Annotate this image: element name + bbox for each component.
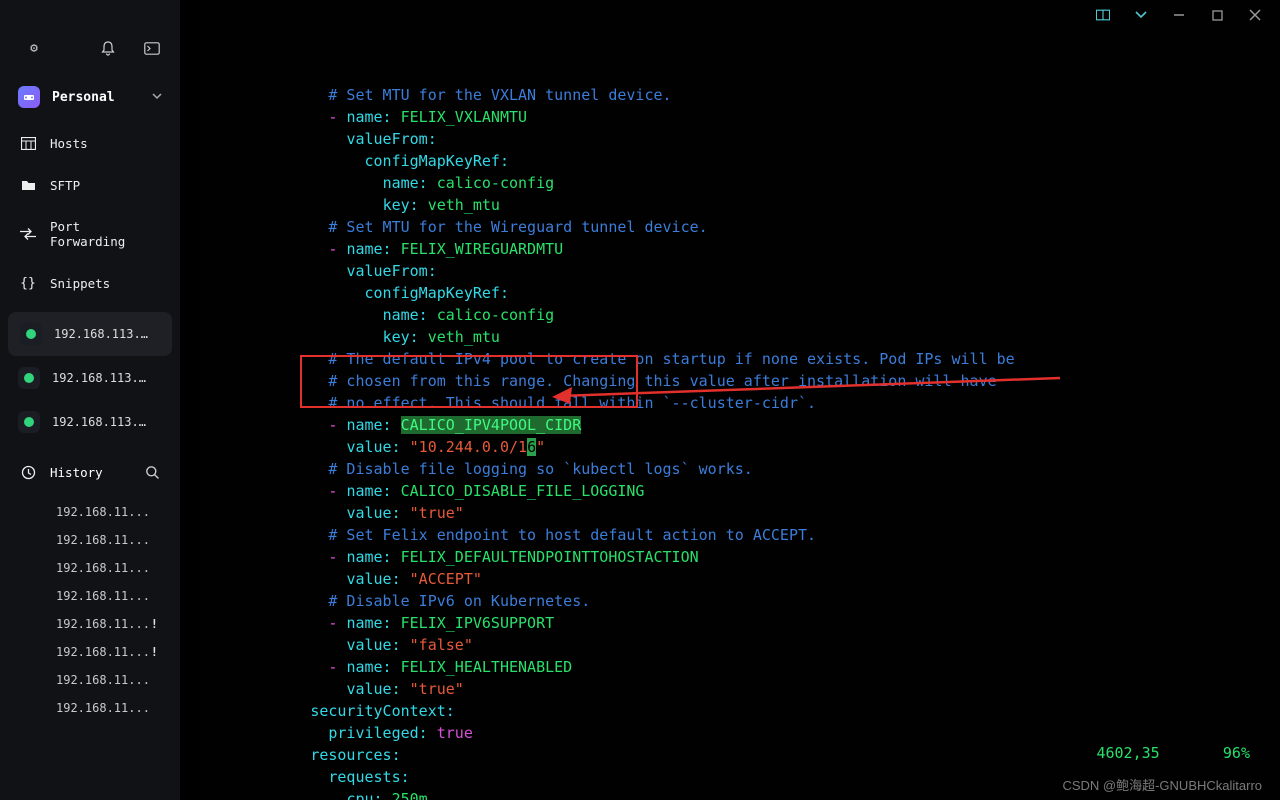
warning-icon: ! [151,645,158,659]
minimize-icon[interactable] [1172,8,1186,22]
search-icon[interactable] [144,464,160,480]
folder-icon [20,177,36,193]
code-line: valueFrom: [220,260,1260,282]
code-line: value: "true" [220,502,1260,524]
grid-icon [20,135,36,151]
code-line: key: veth_mtu [220,326,1260,348]
sidebar-history-header[interactable]: History [0,452,180,492]
history-label: 192.168.11... [56,617,150,631]
code-line: key: veth_mtu [220,194,1260,216]
code-line: # Set MTU for the Wireguard tunnel devic… [220,216,1260,238]
watermark: CSDN @鲍海超-GNUBHCkalitarro [1062,775,1262,794]
history-item[interactable]: 192.168.11... [0,666,180,694]
warning-icon: ! [151,617,158,631]
session-label: 192.168.113.... [54,327,154,341]
nav-label: Snippets [50,276,110,291]
code-line: value: "false" [220,634,1260,656]
code-line: name: calico-config [220,172,1260,194]
session-label: 192.168.113.... [52,371,152,385]
code-line: - name: CALICO_DISABLE_FILE_LOGGING [220,480,1260,502]
code-line: # Disable IPv6 on Kubernetes. [220,590,1260,612]
code-line: value: "true" [220,678,1260,700]
code-line: name: calico-config [220,304,1260,326]
nav-label: SFTP [50,178,80,193]
code-line: # no effect. This should fall within `--… [220,392,1260,414]
history-label: 192.168.11... [56,645,150,659]
terminal-pane[interactable]: # Set MTU for the VXLAN tunnel device. -… [200,0,1280,800]
nav-label: Hosts [50,136,88,151]
code-line: # Set MTU for the VXLAN tunnel device. [220,84,1260,106]
history-label: 192.168.11... [56,701,150,715]
history-item[interactable]: 192.168.11...! [0,638,180,666]
cursor-position: 4602,35 [1096,744,1159,762]
code-line: # Disable file logging so `kubectl logs`… [220,458,1260,480]
session-tab[interactable]: 192.168.113.... [0,400,180,444]
code-line: - name: FELIX_DEFAULTENDPOINTTOHOSTACTIO… [220,546,1260,568]
history-item[interactable]: 192.168.11... [0,582,180,610]
workspace-selector[interactable]: Personal [0,72,180,122]
nav-label: Port Forwarding [50,219,160,249]
code-line: - name: CALICO_IPV4POOL_CIDR [220,414,1260,436]
code-line: securityContext: [220,700,1260,722]
session-status-icon [20,323,42,345]
session-label: 192.168.113.... [52,415,152,429]
sidebar-top-icons: ⚙ [0,0,180,72]
history-item[interactable]: 192.168.11... [0,694,180,722]
clock-icon [20,464,36,480]
code-content: # Set MTU for the VXLAN tunnel device. -… [220,84,1260,800]
maximize-icon[interactable] [1210,8,1224,22]
history-label: 192.168.11... [56,589,150,603]
sidebar: ⚙ Personal Hosts SFTP Port Forwarding {} Sni… [0,0,180,800]
history-label: History [50,465,130,480]
workspace-name: Personal [52,90,140,105]
session-status-icon [18,367,40,389]
history-item[interactable]: 192.168.11... [0,554,180,582]
sidebar-nav-port-forwarding[interactable]: Port Forwarding [0,206,180,262]
sidebar-nav-hosts[interactable]: Hosts [0,122,180,164]
code-line: - name: FELIX_VXLANMTU [220,106,1260,128]
code-line: value: "ACCEPT" [220,568,1260,590]
bell-icon[interactable] [100,40,116,56]
history-item[interactable]: 192.168.11... [0,498,180,526]
code-line: - name: FELIX_HEALTHENABLED [220,656,1260,678]
history-label: 192.168.11... [56,561,150,575]
window-titlebar [1096,0,1280,30]
workspace-badge-icon [18,86,40,108]
code-line: - name: FELIX_WIREGUARDMTU [220,238,1260,260]
sidebar-nav-snippets[interactable]: {} Snippets [0,262,180,304]
gear-icon[interactable]: ⚙ [26,40,42,56]
panel-split-icon[interactable] [1096,8,1110,22]
code-line: # Set Felix endpoint to host default act… [220,524,1260,546]
sidebar-nav-sftp[interactable]: SFTP [0,164,180,206]
history-item[interactable]: 192.168.11...! [0,610,180,638]
session-status-icon [18,411,40,433]
swap-icon [20,226,36,242]
chevron-down-icon[interactable] [1134,8,1148,22]
close-icon[interactable] [1248,8,1262,22]
braces-icon: {} [20,275,36,291]
code-line: valueFrom: [220,128,1260,150]
history-label: 192.168.11... [56,533,150,547]
code-line: # chosen from this range. Changing this … [220,370,1260,392]
code-line: configMapKeyRef: [220,150,1260,172]
session-tab[interactable]: 192.168.113.... [0,356,180,400]
code-line: value: "10.244.0.0/16" [220,436,1260,458]
code-line: - name: FELIX_IPV6SUPPORT [220,612,1260,634]
scroll-percent: 96% [1223,744,1250,762]
history-item[interactable]: 192.168.11... [0,526,180,554]
history-label: 192.168.11... [56,505,150,519]
code-line: configMapKeyRef: [220,282,1260,304]
code-line: # The default IPv4 pool to create on sta… [220,348,1260,370]
history-label: 192.168.11... [56,673,150,687]
terminal-icon[interactable] [144,40,160,56]
chevron-down-icon [152,92,162,103]
session-tab[interactable]: 192.168.113.... [8,312,172,356]
